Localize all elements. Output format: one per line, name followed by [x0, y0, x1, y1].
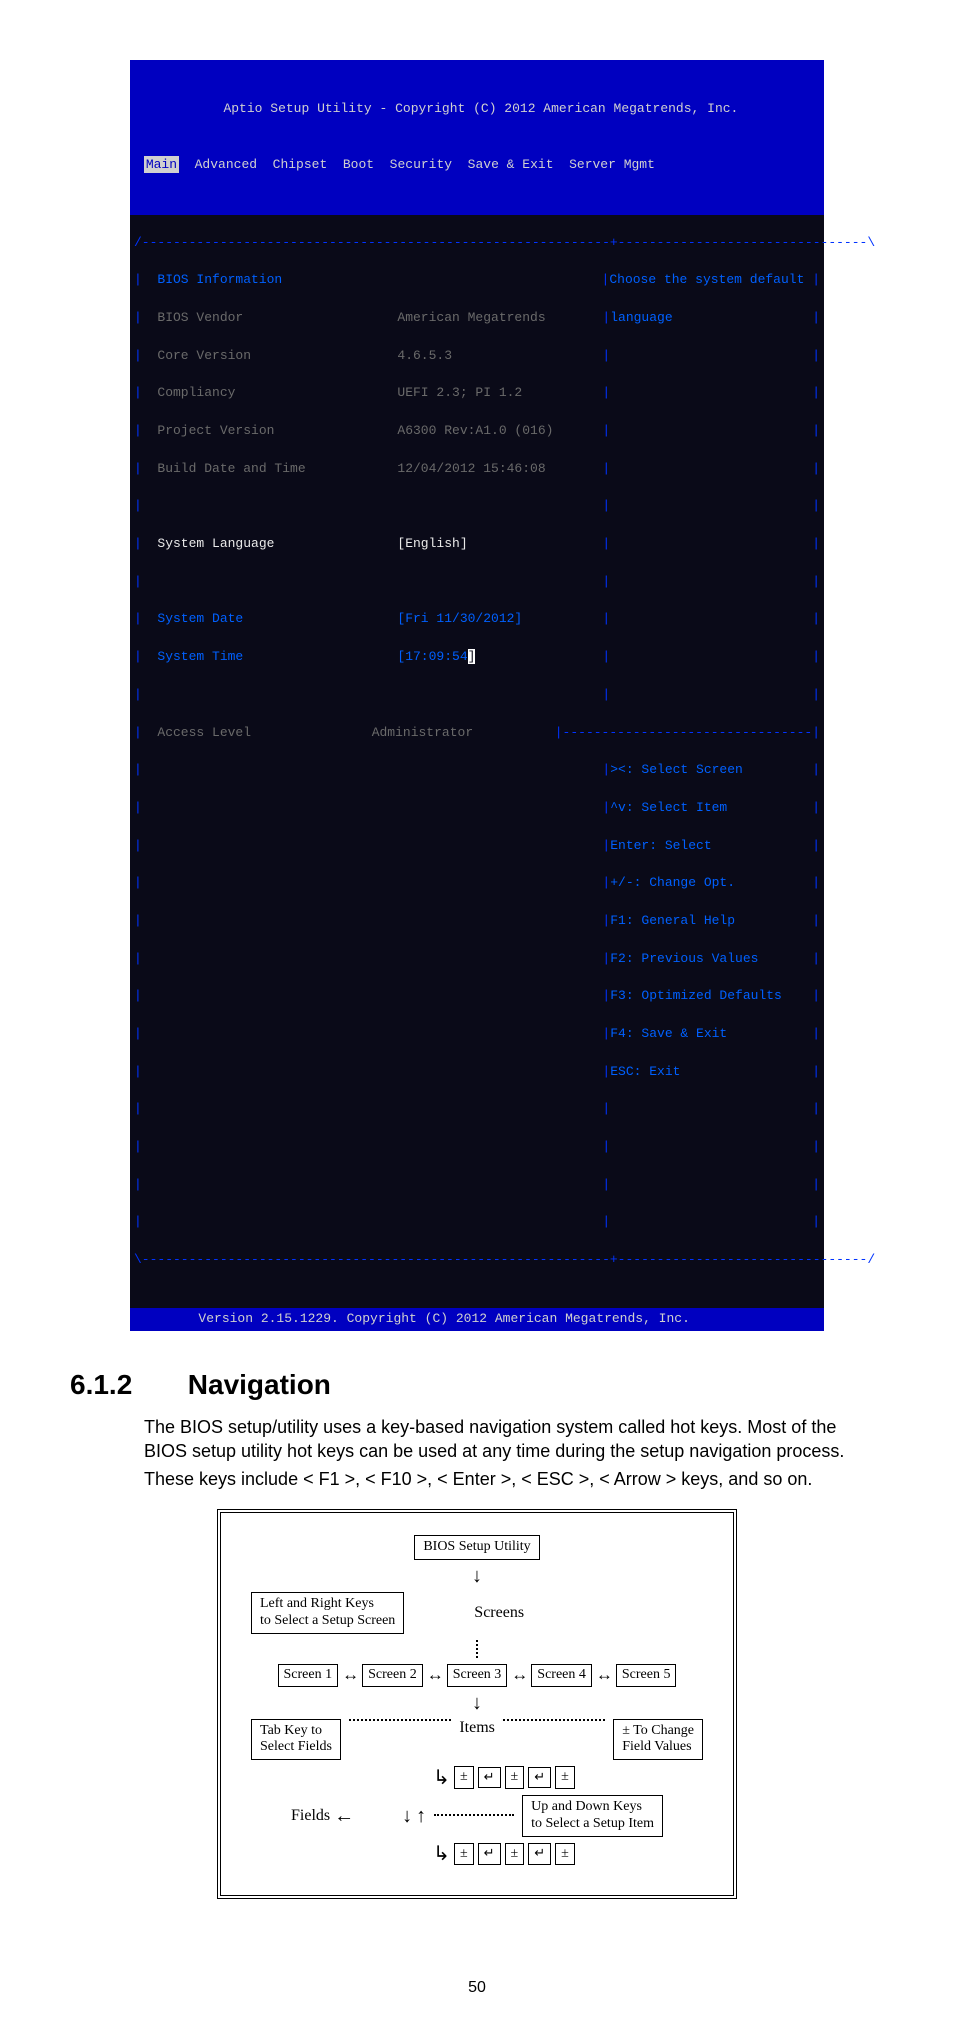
fields-label: Fields	[291, 1807, 330, 1825]
pm-box: ±	[505, 1843, 525, 1866]
section-heading: 6.1.2 Navigation	[70, 1369, 884, 1401]
bios-screenshot: Aptio Setup Utility - Copyright (C) 2012…	[130, 60, 824, 1331]
screen-box-1: Screen 1	[278, 1664, 339, 1687]
keyhelp-4: +/-: Change Opt.	[610, 874, 804, 893]
lr-arrow-icon: ↔	[511, 1665, 527, 1685]
row-date-label: System Date	[157, 610, 397, 629]
diagram-change: ± To Change Field Values	[613, 1719, 703, 1761]
pm-box: ±	[555, 1843, 575, 1866]
pm-box: ±	[454, 1766, 474, 1789]
down-arrow-icon: ↓	[472, 1566, 482, 1586]
row-comp-label: Compliancy	[157, 384, 397, 403]
pm-box: ±	[505, 1766, 525, 1789]
screen-box-4: Screen 4	[531, 1664, 592, 1687]
diagram-leftkeys: Left and Right Keys to Select a Setup Sc…	[251, 1592, 404, 1634]
row-core-label: Core Version	[157, 347, 397, 366]
enter-icon: ↵	[528, 1767, 551, 1789]
screens-label: Screens	[474, 1604, 524, 1622]
row-date-value: [Fri 11/30/2012]	[397, 610, 602, 629]
row-proj-label: Project Version	[157, 422, 397, 441]
row-time-label: System Time	[157, 648, 397, 667]
row-proj-value: A6300 Rev:A1.0 (016)	[397, 422, 602, 441]
menu-main: Main	[144, 156, 179, 173]
lr-arrow-icon: ↔	[427, 1665, 443, 1685]
bios-title: Aptio Setup Utility - Copyright (C) 2012…	[136, 100, 818, 119]
keyhelp-8: F4: Save & Exit	[610, 1025, 804, 1044]
row-time-value-a: [17:09:54	[397, 649, 467, 664]
diagram-updown: Up and Down Keys to Select a Setup Item	[522, 1795, 663, 1837]
down-arrow-icon: ↓	[402, 1806, 412, 1826]
paragraph-2: These keys include < F1 >, < F10 >, < En…	[144, 1467, 884, 1491]
bios-menu: Main Advanced Chipset Boot Security Save…	[136, 156, 818, 175]
screen-box-5: Screen 5	[616, 1664, 677, 1687]
pm-box: ±	[555, 1766, 575, 1789]
screen-box-2: Screen 2	[362, 1664, 423, 1687]
nav-diagram: BIOS Setup Utility ↓ Left and Right Keys…	[217, 1509, 737, 1899]
row-core-value: 4.6.5.3	[397, 347, 602, 366]
keyhelp-1: ><: Select Screen	[610, 761, 804, 780]
bios-version: Version 2.15.1229. Copyright (C) 2012 Am…	[136, 1310, 818, 1329]
paragraph-1: The BIOS setup/utility uses a key-based …	[144, 1415, 884, 1464]
row-vendor-label: BIOS Vendor	[157, 309, 397, 328]
row-lang-value: [English]	[397, 535, 602, 554]
help-line-1: Choose the system default	[609, 271, 804, 290]
row-build-value: 12/04/2012 15:46:08	[397, 460, 602, 479]
bios-section: BIOS Information	[157, 271, 397, 290]
keyhelp-2: ^v: Select Item	[610, 799, 804, 818]
keyhelp-5: F1: General Help	[610, 912, 804, 931]
help-line-2: language	[610, 309, 804, 328]
keyhelp-7: F3: Optimized Defaults	[610, 987, 804, 1006]
diagram-tabkey: Tab Key to Select Fields	[251, 1719, 341, 1761]
screen-box-3: Screen 3	[447, 1664, 508, 1687]
row-access-label: Access Level	[157, 724, 371, 743]
row-time-value-b: ]	[468, 649, 476, 664]
row-vendor-value: American Megatrends	[397, 309, 602, 328]
lr-arrow-icon: ↔	[596, 1665, 612, 1685]
diagram-title-box: BIOS Setup Utility	[414, 1535, 539, 1560]
lr-arrow-icon: ↔	[342, 1665, 358, 1685]
keyhelp-3: Enter: Select	[610, 837, 804, 856]
keyhelp-6: F2: Previous Values	[610, 950, 804, 969]
section-number: 6.1.2	[70, 1369, 180, 1401]
bios-footer: Version 2.15.1229. Copyright (C) 2012 Am…	[130, 1308, 824, 1331]
corner-arrow-icon: ↳	[433, 1844, 450, 1864]
section-title: Navigation	[188, 1369, 331, 1400]
menu-rest: Advanced Chipset Boot Security Save & Ex…	[179, 157, 655, 172]
enter-icon: ↵	[528, 1843, 551, 1865]
row-lang-label: System Language	[157, 535, 397, 554]
keyhelp-9: ESC: Exit	[610, 1063, 804, 1082]
left-arrow-icon: ←	[334, 1806, 354, 1826]
row-build-label: Build Date and Time	[157, 460, 397, 479]
up-arrow-icon: ↑	[416, 1806, 426, 1826]
down-arrow-icon: ↓	[472, 1693, 482, 1713]
corner-arrow-icon: ↳	[433, 1768, 450, 1788]
bios-body: /---------------------------------------…	[130, 215, 824, 1308]
bios-title-bar: Aptio Setup Utility - Copyright (C) 2012…	[130, 60, 824, 215]
page-number: 50	[70, 1979, 884, 1997]
row-comp-value: UEFI 2.3; PI 1.2	[397, 384, 602, 403]
enter-icon: ↵	[478, 1843, 501, 1865]
row-access-value: Administrator	[372, 724, 555, 743]
items-label: Items	[459, 1719, 495, 1737]
enter-icon: ↵	[478, 1767, 501, 1789]
pm-box: ±	[454, 1843, 474, 1866]
